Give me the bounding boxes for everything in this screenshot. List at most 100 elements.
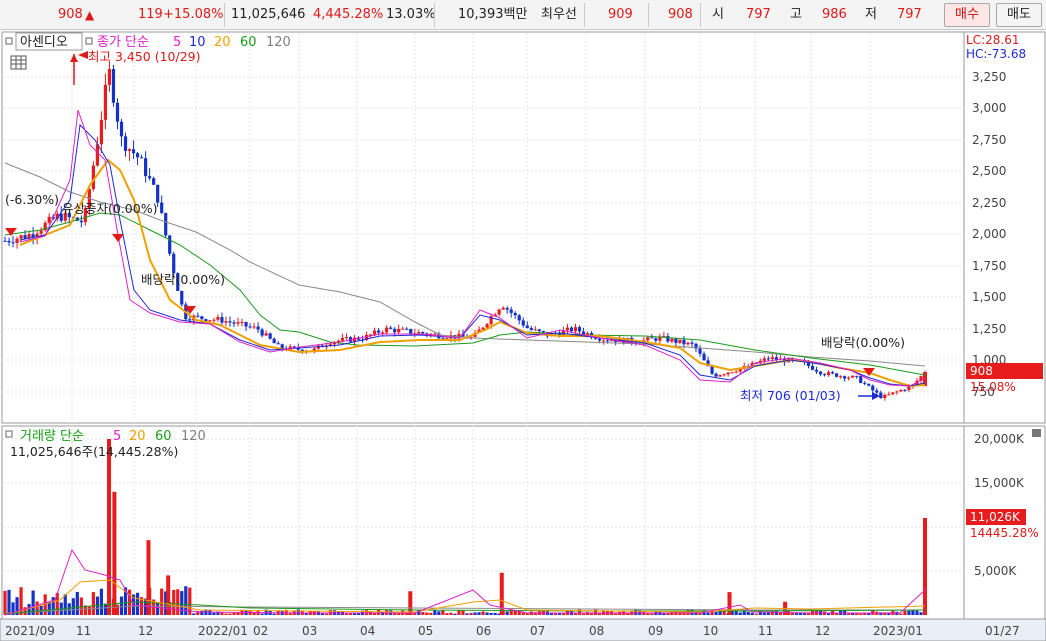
candle-body [505,307,509,310]
volume-panel-menu-icon[interactable] [1032,429,1041,437]
price-tick: 1,500 [972,290,1006,304]
event-note: 유상증자(0.00%) [62,201,157,216]
volume-bar [441,610,445,615]
candle-body [397,328,401,333]
volume-bar [27,604,31,615]
volume-toggle-icon[interactable] [5,430,13,438]
event-note: 배당락(0.00%) [141,272,225,287]
volume-peak-bar [923,517,927,615]
volume-tick: 5,000K [974,564,1017,578]
candle-body [569,327,574,332]
volume-bar [75,592,79,615]
candle-body [224,321,228,323]
volume-bar [87,606,91,615]
date-tick: 07 [530,624,545,638]
candle-body [220,317,224,323]
candle-body [826,372,831,376]
ma120-legend: 120 [266,35,291,50]
volume-bar [457,610,461,615]
volume-peak-bar [146,540,151,615]
candle-body [131,149,136,154]
volume-bar [859,613,863,615]
candle-body [879,392,883,399]
candle-body [119,121,124,137]
candle-body [529,327,533,330]
candle-body [180,291,184,305]
volume-bar [553,613,557,615]
ma5-legend: 5 [173,35,181,50]
volume-bar [899,613,903,615]
candle-body [859,376,863,383]
stock-toggle-icon[interactable] [5,37,13,45]
volume-bar [770,610,774,615]
candle-body [15,238,19,243]
candle-body [7,240,11,243]
candle-body [340,337,345,341]
volume-bar [3,590,7,615]
low-price: 797 [897,7,922,22]
best-ask: 909 [608,7,633,22]
ma-toggle-icon[interactable] [85,37,93,45]
volume-bar [212,612,216,615]
candle-body [377,330,381,333]
volume-bar [324,613,328,615]
candle-body [722,374,726,376]
candle-body [702,353,706,361]
ma60-legend: 60 [240,35,257,50]
candle-body [23,235,27,239]
volume-legend-title: 거래량 단순 [20,429,84,444]
volume-bar [200,610,204,615]
candle-body [541,330,545,333]
candle-body [678,339,682,343]
candle-body [710,366,714,374]
volume-bar [176,589,180,615]
candle-body [602,340,606,342]
volume-bar [248,611,252,615]
candle-body [533,329,537,331]
low-label: 저 [865,7,877,22]
vol-ma20-legend: 20 [129,429,146,444]
candle-body [373,330,377,335]
candle-body [252,326,256,328]
date-tick: 11 [76,624,91,638]
stock-name: 아센디오 [20,35,68,50]
low-note: 최저 706 (01/03) [740,388,841,403]
event-note: 배당락(0.00%) [821,335,905,350]
volume-bar [449,612,453,615]
price-change-pct: +15.08% [163,7,224,22]
ma10-legend: 10 [189,35,206,50]
buy-button[interactable]: 매수 [944,3,990,27]
volume-bar [377,609,381,615]
volume-bar [119,596,124,615]
volume-bar [851,613,855,615]
volume-tick: 20,000K [974,432,1025,446]
volume-bar [505,611,509,615]
volume-bar [634,609,638,615]
candle-body [107,69,112,85]
candle-body [774,357,778,360]
candle-body [401,328,405,330]
sell-button[interactable]: 매도 [996,3,1042,27]
volume-bar [260,613,264,615]
volume-bar [385,609,389,615]
candle-body [11,242,15,244]
candle-body [236,322,240,324]
volume-bar [750,612,754,615]
volume-bar [160,588,164,615]
date-tick: 08 [589,624,604,638]
stock-chart[interactable]: 3,250 3,000 2,750 2,500 2,250 2,000 1,75… [0,30,1046,641]
candle-body [115,102,120,122]
volume-bar [585,612,590,615]
candle-body [686,342,690,345]
candle-body [670,338,674,342]
date-tick: 04 [360,624,375,638]
candle-body [216,317,220,320]
candle-body [123,136,128,151]
price-tick: 3,250 [972,70,1006,84]
candle-body [188,319,192,321]
best-ask-label: 최우선 [541,7,577,22]
volume-bar [421,611,425,615]
volume-bar [469,612,473,615]
table-view-icon[interactable] [10,55,27,70]
candle-body [244,321,248,327]
